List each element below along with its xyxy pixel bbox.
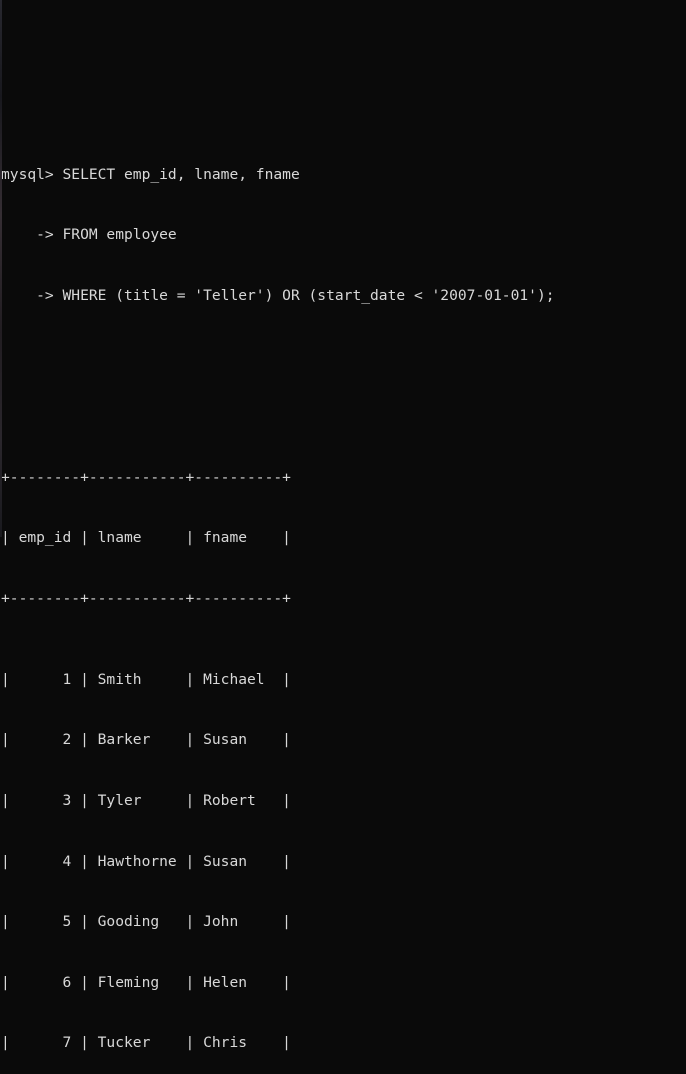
table-row: | 6 | Fleming | Helen | [1, 973, 291, 991]
table-row: | 5 | Gooding | John | [1, 913, 291, 931]
result-table: +--------+-----------+----------+ | emp_… [1, 427, 686, 1074]
query-line-from: -> FROM employee [1, 226, 177, 244]
table-header-row: | emp_id | lname | fname | [1, 529, 291, 547]
query-line-where: -> WHERE (title = 'Teller') OR (start_da… [1, 286, 555, 304]
query-block: mysql> SELECT emp_id, lname, fname -> FR… [1, 124, 686, 346]
table-row: | 7 | Tucker | Chris | [1, 1034, 291, 1052]
table-top-border: +--------+-----------+----------+ [1, 468, 291, 486]
table-header-separator: +--------+-----------+----------+ [1, 589, 291, 607]
table-row: | 3 | Tyler | Robert | [1, 791, 291, 809]
table-row: | 1 | Smith | Michael | [1, 670, 291, 688]
query-line-select: mysql> SELECT emp_id, lname, fname [1, 165, 300, 183]
table-row: | 4 | Hawthorne | Susan | [1, 852, 291, 870]
table-row: | 2 | Barker | Susan | [1, 731, 291, 749]
terminal-window[interactable]: mysql> SELECT emp_id, lname, fname -> FR… [0, 0, 686, 1051]
